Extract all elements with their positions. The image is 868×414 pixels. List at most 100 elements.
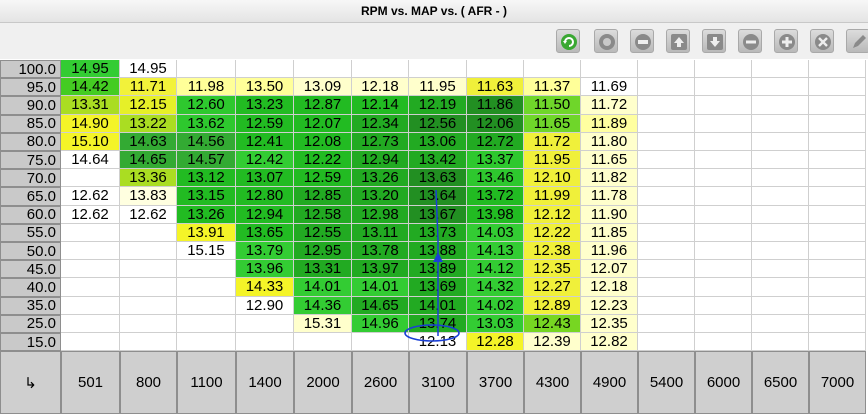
table-cell[interactable]: 14.65 (120, 151, 177, 170)
table-cell[interactable] (695, 296, 752, 315)
table-cell[interactable]: 12.80 (236, 187, 294, 206)
table-cell[interactable]: 14.01 (409, 296, 467, 315)
table-cell[interactable] (695, 187, 752, 206)
arrow-up-button[interactable] (666, 29, 690, 53)
table-cell[interactable] (809, 114, 866, 133)
table-cell[interactable] (695, 169, 752, 188)
table-cell[interactable]: 14.12 (467, 260, 524, 279)
table-cell[interactable] (809, 151, 866, 170)
table-cell[interactable]: 12.59 (236, 114, 294, 133)
table-cell[interactable]: 11.80 (581, 132, 638, 151)
table-cell[interactable]: 14.57 (177, 151, 236, 170)
table-cell[interactable] (120, 242, 177, 261)
refresh-button[interactable] (556, 29, 580, 53)
table-cell[interactable]: 12.19 (409, 96, 467, 115)
table-cell[interactable]: 14.64 (61, 151, 120, 170)
table-cell[interactable]: 12.08 (294, 132, 352, 151)
add-button[interactable] (774, 29, 798, 53)
table-cell[interactable] (638, 96, 695, 115)
table-cell[interactable]: 11.72 (524, 132, 581, 151)
table-cell[interactable]: 12.95 (294, 242, 352, 261)
table-cell[interactable] (638, 260, 695, 279)
table-cell[interactable]: 12.07 (581, 260, 638, 279)
table-cell[interactable]: 13.46 (467, 169, 524, 188)
table-cell[interactable]: 13.96 (236, 260, 294, 279)
table-cell[interactable] (752, 96, 809, 115)
table-cell[interactable]: 13.69 (409, 278, 467, 297)
table-cell[interactable]: 14.90 (61, 114, 120, 133)
table-cell[interactable] (236, 314, 294, 333)
table-cell[interactable]: 12.85 (294, 187, 352, 206)
table-cell[interactable]: 13.09 (294, 78, 352, 97)
table-cell[interactable]: 15.31 (294, 314, 352, 333)
table-cell[interactable]: 14.02 (467, 296, 524, 315)
table-cell[interactable]: 15.10 (61, 132, 120, 151)
table-cell[interactable]: 12.10 (524, 169, 581, 188)
table-cell[interactable]: 12.82 (581, 333, 638, 352)
table-cell[interactable]: 11.65 (581, 151, 638, 170)
table-cell[interactable] (638, 187, 695, 206)
table-cell[interactable] (752, 187, 809, 206)
table-cell[interactable]: 13.89 (409, 260, 467, 279)
table-cell[interactable]: 13.06 (409, 132, 467, 151)
table-cell[interactable] (294, 333, 352, 352)
table-cell[interactable] (695, 151, 752, 170)
table-cell[interactable]: 11.69 (581, 78, 638, 97)
table-cell[interactable]: 13.31 (61, 96, 120, 115)
table-cell[interactable] (695, 132, 752, 151)
table-cell[interactable]: 12.14 (352, 96, 409, 115)
table-cell[interactable] (695, 242, 752, 261)
table-cell[interactable]: 12.59 (294, 169, 352, 188)
table-cell[interactable]: 13.83 (120, 187, 177, 206)
table-cell[interactable] (752, 78, 809, 97)
table-cell[interactable] (638, 60, 695, 79)
table-cell[interactable]: 11.99 (524, 187, 581, 206)
table-cell[interactable]: 11.90 (581, 205, 638, 224)
table-cell[interactable] (352, 60, 409, 79)
table-cell[interactable] (638, 242, 695, 261)
table-cell[interactable]: 11.37 (524, 78, 581, 97)
table-cell[interactable] (752, 169, 809, 188)
table-cell[interactable]: 14.56 (177, 132, 236, 151)
table-cell[interactable] (638, 78, 695, 97)
table-cell[interactable] (809, 96, 866, 115)
table-cell[interactable]: 12.94 (352, 151, 409, 170)
table-cell[interactable]: 12.55 (294, 223, 352, 242)
table-cell[interactable]: 13.67 (409, 205, 467, 224)
table-cell[interactable]: 13.65 (236, 223, 294, 242)
table-cell[interactable] (61, 314, 120, 333)
table-cell[interactable] (638, 169, 695, 188)
table-cell[interactable] (695, 96, 752, 115)
table-cell[interactable]: 12.94 (236, 205, 294, 224)
table-cell[interactable]: 12.89 (524, 296, 581, 315)
table-cell[interactable] (809, 60, 866, 79)
table-cell[interactable]: 13.26 (352, 169, 409, 188)
table-cell[interactable] (809, 314, 866, 333)
table-cell[interactable] (638, 151, 695, 170)
table-cell[interactable]: 13.72 (467, 187, 524, 206)
corner-cell[interactable]: ↳ (0, 351, 61, 414)
table-cell[interactable] (695, 205, 752, 224)
table-cell[interactable] (61, 278, 120, 297)
table-cell[interactable]: 12.60 (177, 96, 236, 115)
table-cell[interactable] (752, 278, 809, 297)
table-cell[interactable]: 11.50 (524, 96, 581, 115)
table-cell[interactable]: 13.63 (409, 169, 467, 188)
arrow-down-button[interactable] (702, 29, 726, 53)
table-cell[interactable] (638, 314, 695, 333)
table-cell[interactable]: 12.62 (61, 187, 120, 206)
table-cell[interactable]: 13.50 (236, 78, 294, 97)
table-cell[interactable]: 13.15 (177, 187, 236, 206)
table-cell[interactable]: 12.38 (524, 242, 581, 261)
table-cell[interactable] (752, 333, 809, 352)
table-cell[interactable]: 13.64 (409, 187, 467, 206)
table-cell[interactable]: 12.18 (352, 78, 409, 97)
table-cell[interactable] (695, 260, 752, 279)
table-cell[interactable]: 14.36 (294, 296, 352, 315)
disc-button[interactable] (594, 29, 618, 53)
table-cell[interactable] (809, 78, 866, 97)
table-cell[interactable] (752, 260, 809, 279)
table-cell[interactable] (61, 296, 120, 315)
table-cell[interactable] (752, 132, 809, 151)
table-cell[interactable]: 13.73 (409, 223, 467, 242)
